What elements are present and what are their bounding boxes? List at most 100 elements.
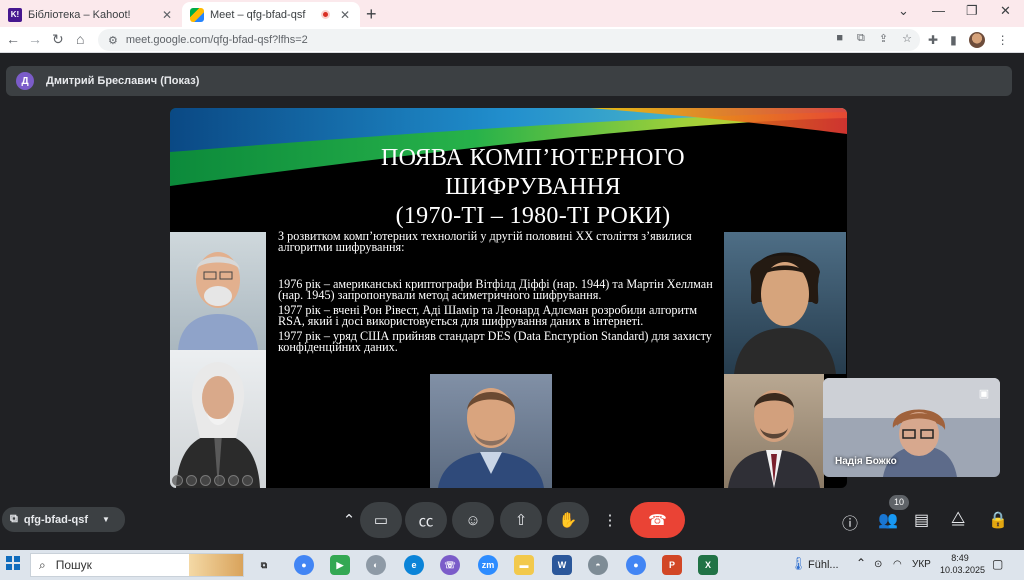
minimize-button[interactable]: —	[932, 3, 945, 18]
participant-count-badge: 10	[889, 495, 909, 510]
reactions-button[interactable]: ☺	[452, 502, 494, 538]
close-icon[interactable]: ✕	[338, 8, 352, 22]
browser-tab-strip: K! Бібліотека – Kahoot! ✕ Meet – qfg-bfa…	[0, 0, 1024, 27]
tab-search-icon[interactable]: ⌄	[898, 3, 909, 19]
meeting-code-icon: ⧉	[10, 513, 18, 525]
restore-button[interactable]: ❐	[966, 3, 978, 19]
present-button[interactable]: ⇧	[500, 502, 542, 538]
extensions-icon[interactable]: ✚	[928, 33, 938, 47]
share-icon[interactable]: ⇪	[879, 32, 888, 45]
activities-icon[interactable]: ⧋	[951, 510, 965, 528]
host-controls-icon[interactable]: 🔒	[988, 510, 1008, 530]
powerpoint-icon[interactable]: P	[662, 555, 682, 575]
file-explorer-icon[interactable]: ▬	[514, 555, 534, 575]
tab-kahoot[interactable]: K! Бібліотека – Kahoot! ✕	[0, 2, 182, 27]
reload-icon[interactable]: ↻	[52, 31, 64, 48]
address-bar[interactable]: ⚙ meet.google.com/qfg-bfad-qsf?lfhs=2 ■ …	[98, 29, 920, 51]
slide-intro-text: З розвитком комп’ютерних технологій у др…	[278, 229, 692, 254]
captions-button[interactable]: ㏄	[405, 502, 447, 538]
slide-paragraph-1977-des: 1977 рік – уряд США прийняв стандарт DES…	[278, 329, 712, 354]
more-options-button[interactable]	[242, 475, 253, 486]
taskbar-search[interactable]: ⌕ Пошук	[30, 553, 244, 577]
portrait-photo	[170, 232, 266, 350]
tab-title: Meet – qfg-bfad-qsf	[210, 8, 306, 21]
url-text: meet.google.com/qfg-bfad-qsf?lfhs=2	[125, 34, 308, 46]
chrome-active-icon[interactable]: ●	[626, 555, 646, 575]
wifi-icon[interactable]: ◠	[893, 559, 902, 570]
clock-date: 10.03.2025	[940, 565, 986, 575]
more-audio-options-button[interactable]: ⌃	[337, 502, 361, 538]
presenter-name: Дмитрий Бреславич (Показ)	[46, 75, 200, 87]
clock-time: 8:49	[951, 553, 969, 563]
search-label: Пошук	[55, 558, 92, 572]
zoom-button[interactable]	[228, 475, 239, 486]
participant-tile-self[interactable]: ▣ Надія Божко	[823, 378, 1000, 477]
zoom-icon[interactable]: zm	[478, 555, 498, 575]
participant-name: Надія Божко	[835, 456, 897, 467]
next-slide-button[interactable]	[186, 475, 197, 486]
weather-icon: 🌡	[790, 556, 807, 571]
site-info-icon[interactable]: ⚙	[108, 34, 118, 47]
app-icon[interactable]: ◐	[366, 555, 386, 575]
camera-permission-icon[interactable]: ■	[836, 32, 843, 45]
search-icon: ⌕	[39, 557, 46, 572]
meeting-info-icon[interactable]: ⓘ	[842, 510, 858, 534]
more-vert-icon: ⋮	[602, 512, 618, 529]
slide-body: З розвитком комп’ютерних технологій у др…	[278, 229, 720, 357]
slide-title-line: ПОЯВА КОМП’ЮТЕРНОГО	[381, 145, 685, 171]
portrait-photo	[724, 232, 846, 374]
captions-icon: ㏄	[418, 512, 434, 530]
weather-text[interactable]: Fühl...	[808, 559, 839, 571]
pen-tool-button[interactable]	[200, 475, 211, 486]
home-icon[interactable]: ⌂	[76, 31, 84, 47]
emoji-icon: ☺	[465, 511, 481, 529]
leave-call-button[interactable]: ☎	[630, 502, 685, 538]
camera-tray-icon[interactable]: ⊙	[874, 559, 882, 570]
new-tab-button[interactable]: +	[366, 4, 377, 25]
raise-hand-button[interactable]: ✋	[547, 502, 589, 538]
viber-icon[interactable]: ☏	[440, 555, 460, 575]
slides-overview-button[interactable]	[214, 475, 225, 486]
windows-taskbar: ⌕ Пошук ⧉ ● ▶ ◐ e ☏ zm ▬ W ◓ ● P X 🌡 Füh…	[0, 550, 1024, 580]
people-icon[interactable]: 👥	[878, 510, 898, 530]
profile-avatar[interactable]	[968, 32, 985, 48]
portrait-photo	[170, 350, 266, 488]
taskbar-clock[interactable]: 8:49 10.03.2025	[940, 552, 986, 576]
previous-slide-button[interactable]	[172, 475, 183, 486]
window-close-button[interactable]: ✕	[1000, 3, 1011, 19]
app-icon[interactable]: ◓	[588, 555, 608, 575]
close-icon[interactable]: ✕	[160, 8, 174, 22]
meet-app-icon[interactable]: ▶	[330, 555, 350, 575]
meet-icon	[190, 7, 204, 22]
task-view-icon[interactable]: ⧉	[254, 555, 274, 575]
chevron-up-icon[interactable]: ⌃	[856, 556, 866, 570]
slide-paragraph-1976: 1976 рік – американські криптографи Вітф…	[278, 277, 713, 302]
meeting-details-button[interactable]: ⧉ qfg-bfad-qsf ▼	[2, 507, 125, 532]
hang-up-icon: ☎	[648, 512, 667, 529]
side-panel-icon[interactable]: ▮	[950, 33, 957, 47]
browser-toolbar: ← → ↻ ⌂ ⚙ meet.google.com/qfg-bfad-qsf?l…	[0, 27, 1024, 53]
portrait-photo	[430, 374, 552, 488]
edge-icon[interactable]: e	[404, 555, 424, 575]
slide-title-line: (1970-ТІ – 1980-ТІ РОКИ)	[395, 203, 671, 229]
forward-icon[interactable]: →	[28, 31, 42, 47]
windows-start-icon[interactable]	[6, 556, 20, 570]
word-icon[interactable]: W	[552, 555, 572, 575]
pin-icon[interactable]: ▣	[976, 386, 992, 402]
excel-icon[interactable]: X	[698, 555, 718, 575]
language-indicator[interactable]: УКР	[912, 559, 931, 570]
shared-presentation-slide[interactable]: ПОЯВА КОМП’ЮТЕРНОГО ШИФРУВАННЯ (1970-ТІ …	[170, 108, 847, 488]
slide-title: ПОЯВА КОМП’ЮТЕРНОГО ШИФРУВАННЯ (1970-ТІ …	[280, 144, 786, 231]
notifications-icon[interactable]: ▢	[992, 557, 1003, 571]
slide-toolbar	[172, 475, 253, 486]
bookmark-star-icon[interactable]: ☆	[902, 32, 912, 45]
more-options-button[interactable]: ⋮	[598, 502, 622, 538]
open-in-window-icon[interactable]: ⧉	[857, 32, 865, 45]
chrome-icon[interactable]: ●	[294, 555, 314, 575]
back-icon[interactable]: ←	[6, 31, 20, 47]
chat-icon[interactable]: ▤	[914, 510, 929, 530]
camera-button[interactable]: ▭	[360, 502, 402, 538]
menu-icon[interactable]: ⋮	[997, 33, 1009, 47]
tab-meet[interactable]: Meet – qfg-bfad-qsf ✕	[182, 2, 360, 27]
presenter-avatar: Д	[16, 72, 34, 90]
